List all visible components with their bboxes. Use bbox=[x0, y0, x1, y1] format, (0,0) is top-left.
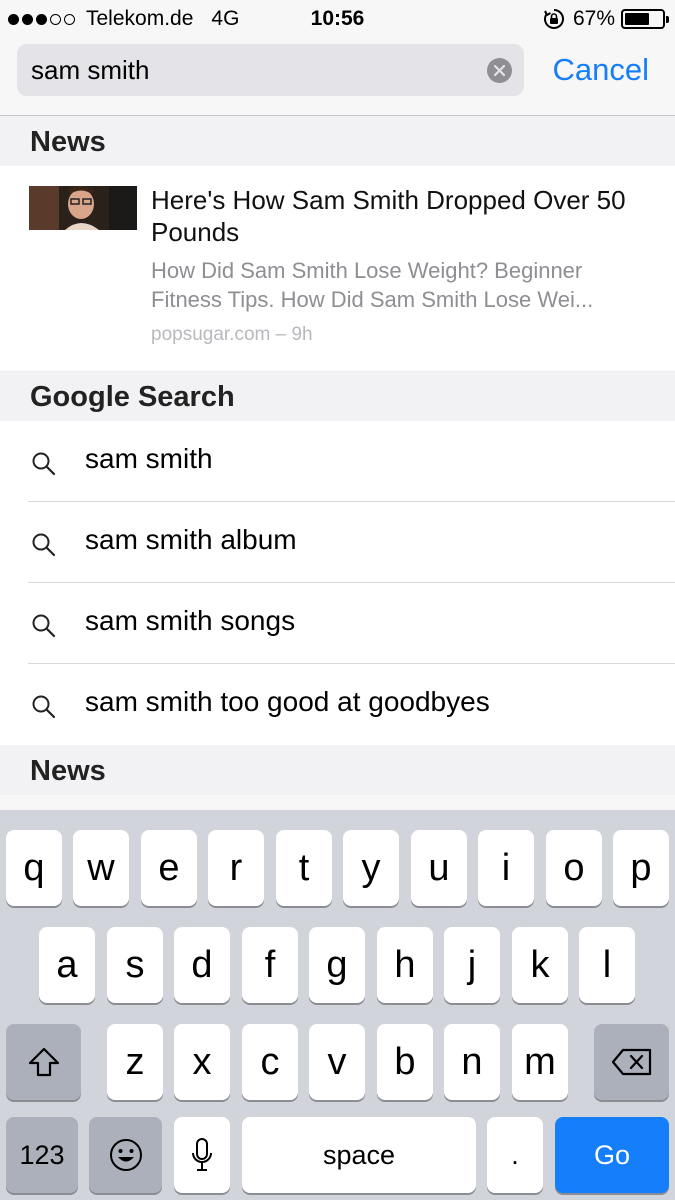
key-x[interactable]: x bbox=[174, 1024, 230, 1100]
backspace-icon bbox=[611, 1048, 651, 1076]
key-p[interactable]: p bbox=[613, 830, 669, 906]
suggestion-label: sam smith bbox=[85, 443, 213, 474]
period-key[interactable]: . bbox=[487, 1117, 543, 1193]
news-title: Here's How Sam Smith Dropped Over 50 Pou… bbox=[151, 185, 626, 247]
key-r[interactable]: r bbox=[208, 830, 264, 906]
status-right: 67% bbox=[543, 7, 669, 31]
search-icon bbox=[32, 533, 56, 557]
key-h[interactable]: h bbox=[377, 927, 433, 1003]
suggestion-list: sam smith sam smith album sam smith song… bbox=[0, 421, 675, 745]
battery-percent: 67% bbox=[572, 7, 615, 30]
key-e[interactable]: e bbox=[141, 830, 197, 906]
suggestion-label: sam smith album bbox=[85, 524, 297, 555]
suggestion-item[interactable]: sam smith songs bbox=[0, 583, 675, 664]
key-z[interactable]: z bbox=[107, 1024, 163, 1100]
key-d[interactable]: d bbox=[174, 927, 230, 1003]
key-w[interactable]: w bbox=[73, 830, 129, 906]
shift-key[interactable] bbox=[6, 1024, 81, 1100]
emoji-icon bbox=[109, 1139, 142, 1171]
news-source: popsugar.com – 9h bbox=[151, 324, 313, 345]
cancel-button[interactable]: Cancel bbox=[553, 52, 650, 88]
numbers-key[interactable]: 123 bbox=[6, 1117, 78, 1193]
key-u[interactable]: u bbox=[411, 830, 467, 906]
search-icon bbox=[32, 452, 56, 476]
suggestion-item[interactable]: sam smith too good at goodbyes bbox=[0, 664, 675, 745]
battery-fill bbox=[625, 13, 650, 25]
backspace-key[interactable] bbox=[594, 1024, 669, 1100]
shift-icon bbox=[28, 1047, 59, 1077]
emoji-key[interactable] bbox=[89, 1117, 162, 1193]
search-field[interactable] bbox=[17, 44, 524, 96]
key-y[interactable]: y bbox=[343, 830, 399, 906]
search-input[interactable] bbox=[31, 44, 471, 96]
section-header-news-2: News bbox=[0, 745, 675, 795]
space-key[interactable]: space bbox=[242, 1117, 476, 1193]
suggestion-item[interactable]: sam smith album bbox=[0, 502, 675, 583]
key-g[interactable]: g bbox=[309, 927, 365, 1003]
key-f[interactable]: f bbox=[242, 927, 298, 1003]
section-header-google-search: Google Search bbox=[0, 371, 675, 421]
search-bar: Cancel bbox=[0, 40, 675, 116]
suggestion-label: sam smith too good at goodbyes bbox=[85, 686, 490, 717]
key-b[interactable]: b bbox=[377, 1024, 433, 1100]
key-q[interactable]: q bbox=[6, 830, 62, 906]
keyboard: q w e r t y u i o p a s d f g h j k l z … bbox=[0, 810, 675, 1200]
key-a[interactable]: a bbox=[39, 927, 95, 1003]
key-j[interactable]: j bbox=[444, 927, 500, 1003]
news-thumbnail bbox=[29, 186, 137, 230]
microphone-icon bbox=[192, 1138, 212, 1171]
battery-icon bbox=[621, 9, 669, 29]
search-icon bbox=[32, 614, 56, 638]
suggestion-item[interactable]: sam smith bbox=[0, 421, 675, 502]
dictation-key[interactable] bbox=[174, 1117, 230, 1193]
news-result[interactable]: Here's How Sam Smith Dropped Over 50 Pou… bbox=[0, 166, 675, 370]
key-m[interactable]: m bbox=[512, 1024, 568, 1100]
go-button[interactable]: Go bbox=[555, 1117, 669, 1193]
status-bar: Telekom.de 4G 10:56 67% bbox=[0, 0, 675, 40]
key-i[interactable]: i bbox=[478, 830, 534, 906]
suggestion-label: sam smith songs bbox=[85, 605, 296, 636]
search-icon bbox=[32, 695, 56, 719]
key-o[interactable]: o bbox=[546, 830, 602, 906]
key-l[interactable]: l bbox=[579, 927, 635, 1003]
clear-icon[interactable] bbox=[487, 58, 512, 83]
key-s[interactable]: s bbox=[107, 927, 163, 1003]
section-header-news: News bbox=[0, 116, 675, 166]
key-k[interactable]: k bbox=[512, 927, 568, 1003]
news-snippet: How Did Sam Smith Lose Weight? Beginner … bbox=[151, 258, 594, 312]
key-t[interactable]: t bbox=[276, 830, 332, 906]
key-n[interactable]: n bbox=[444, 1024, 500, 1100]
key-c[interactable]: c bbox=[242, 1024, 298, 1100]
lock-rotation-icon bbox=[543, 9, 564, 29]
key-v[interactable]: v bbox=[309, 1024, 365, 1100]
